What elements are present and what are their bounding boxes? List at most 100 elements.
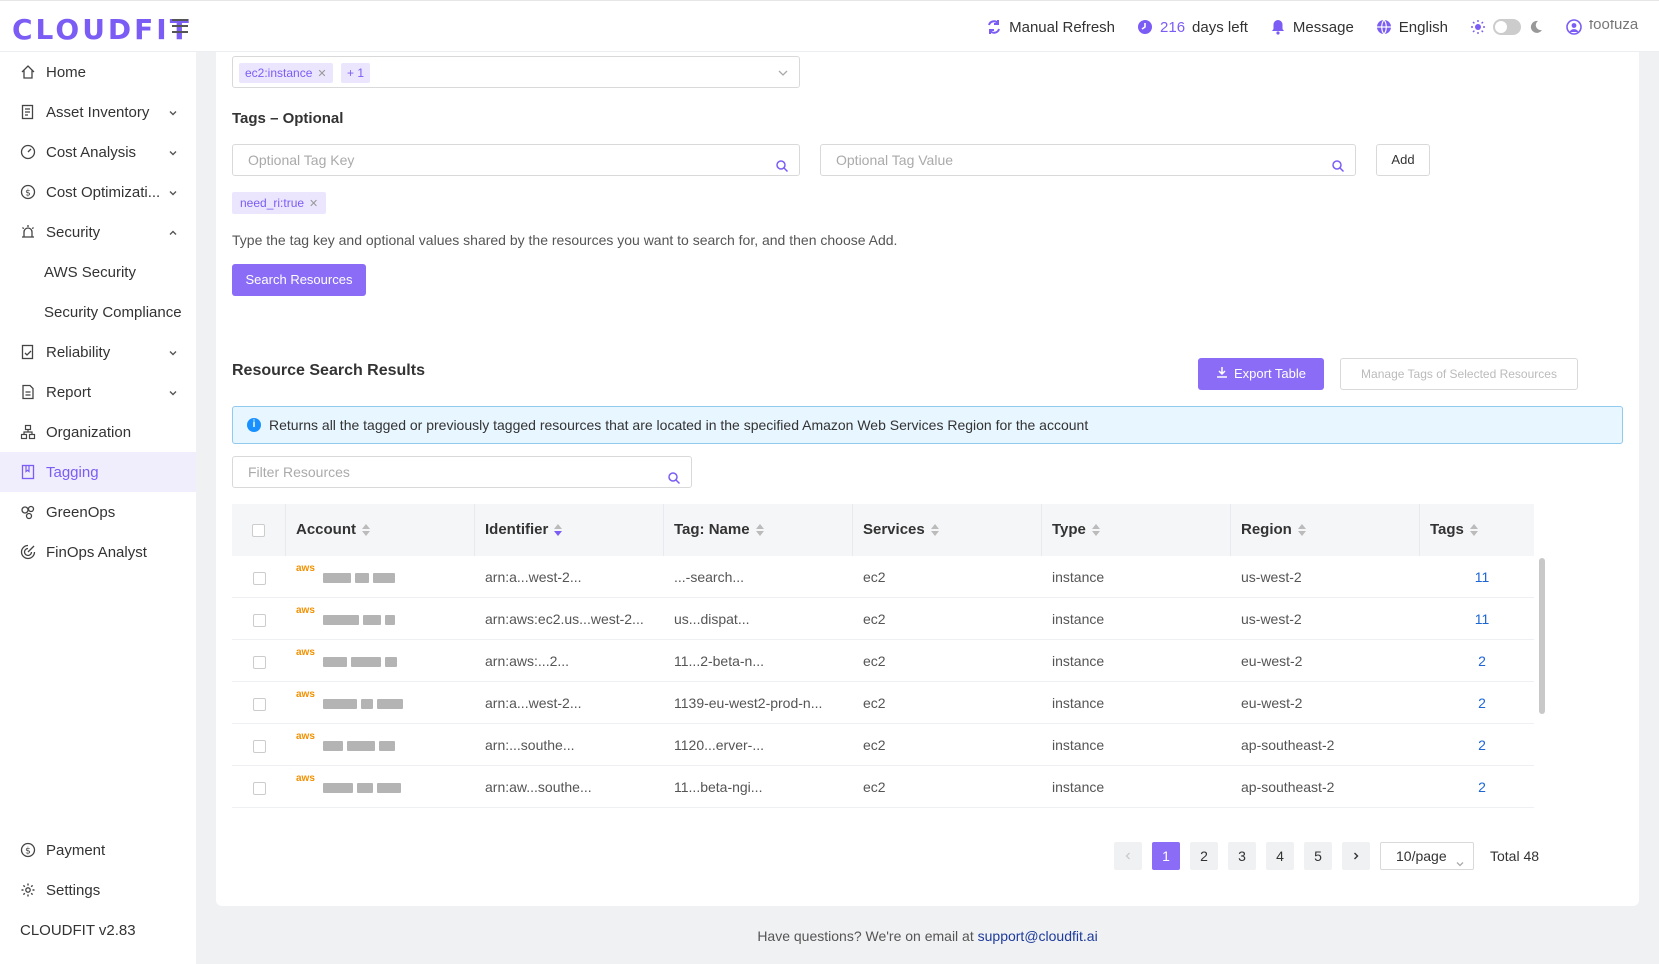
redacted-account — [322, 783, 353, 794]
table-row[interactable]: aws arn:...southe... 1120...erver-... ec2 i… — [232, 724, 1534, 766]
tag-value-input[interactable]: Optional Tag Value — [820, 144, 1356, 176]
export-table-button[interactable]: Export Table — [1198, 358, 1324, 390]
tag-name-cell: 11...beta-ngi... — [674, 779, 763, 795]
sidebar-item-greenops[interactable]: GreenOps — [0, 492, 196, 532]
sidebar-item-asset-inventory[interactable]: Asset Inventory — [0, 92, 196, 132]
page-3[interactable]: 3 — [1228, 842, 1256, 870]
table-row[interactable]: aws arn:a...west-2... 1139-eu-west2-prod-… — [232, 682, 1534, 724]
column-region[interactable]: Region — [1231, 504, 1420, 556]
sort-icon[interactable] — [930, 524, 939, 537]
sidebar-item-settings[interactable]: Settings — [0, 870, 196, 910]
row-checkbox[interactable] — [252, 655, 266, 669]
total-count: Total 48 — [1490, 848, 1540, 864]
column-account[interactable]: Account — [286, 504, 475, 556]
region-cell: us-west-2 — [1241, 569, 1302, 585]
sidebar-item-cost-optimization[interactable]: $ Cost Optimizati... — [0, 172, 196, 212]
info-icon: i — [247, 418, 261, 432]
search-resources-button[interactable]: Search Resources — [232, 264, 366, 296]
gauge-icon — [20, 144, 36, 160]
tag-name-cell: 11...2-beta-n... — [674, 653, 765, 669]
manual-refresh-button[interactable]: Manual Refresh — [986, 19, 1115, 36]
page-1[interactable]: 1 — [1152, 842, 1180, 870]
chevron-down-icon — [168, 385, 178, 402]
tags-section-title: Tags – Optional — [232, 110, 344, 127]
tags-count-link[interactable]: 2 — [1420, 640, 1534, 682]
sort-icon[interactable] — [1297, 524, 1306, 537]
row-checkbox[interactable] — [252, 571, 266, 585]
page-size-select[interactable]: 10/page — [1380, 842, 1474, 870]
theme-toggle[interactable] — [1493, 19, 1521, 35]
column-type[interactable]: Type — [1042, 504, 1231, 556]
sidebar-item-report[interactable]: Report — [0, 372, 196, 412]
subscription-status: 216 days left — [1137, 19, 1248, 36]
row-select-cell — [232, 766, 286, 808]
chevron-down-icon — [168, 185, 178, 202]
sidebar-item-organization[interactable]: Organization — [0, 412, 196, 452]
sidebar-item-aws-security[interactable]: AWS Security — [0, 252, 196, 292]
message-button[interactable]: Message — [1270, 19, 1354, 36]
sort-icon[interactable] — [1091, 524, 1100, 537]
sort-icon[interactable] — [755, 524, 764, 537]
identifier-cell: arn:aw...southe... — [485, 779, 592, 795]
sort-icon[interactable] — [1469, 524, 1478, 537]
row-checkbox[interactable] — [252, 739, 266, 753]
table-row[interactable]: aws arn:aws:...2... 11...2-beta-n... ec2 in… — [232, 640, 1534, 682]
row-checkbox[interactable] — [252, 781, 266, 795]
pagination: 1 2 3 4 5 10/page Total 48 — [1114, 842, 1539, 870]
scrollbar-thumb[interactable] — [1539, 558, 1545, 714]
days-left-count: 216 — [1160, 18, 1186, 36]
sort-icon[interactable] — [554, 524, 563, 537]
dollar-icon: $ — [20, 842, 36, 858]
tag-key-input[interactable]: Optional Tag Key — [232, 144, 800, 176]
sidebar-item-security-compliance[interactable]: Security Compliance — [0, 292, 196, 332]
app-logo[interactable]: CLOUDFIT — [12, 13, 192, 46]
page-4[interactable]: 4 — [1266, 842, 1294, 870]
support-email-link[interactable]: support@cloudfit.ai — [978, 928, 1098, 944]
language-selector[interactable]: English — [1376, 19, 1448, 36]
sidebar-item-security[interactable]: Security — [0, 212, 196, 252]
close-icon[interactable]: ✕ — [309, 198, 318, 210]
prev-page-button[interactable] — [1114, 842, 1142, 870]
page-5[interactable]: 5 — [1304, 842, 1332, 870]
add-tag-button[interactable]: Add — [1376, 144, 1430, 176]
filter-resources-input[interactable]: Filter Resources — [232, 456, 692, 488]
table-scrollbar[interactable] — [1534, 504, 1550, 814]
more-types-chip[interactable]: + 1 — [341, 63, 371, 83]
sidebar-item-cost-analysis[interactable]: Cost Analysis — [0, 132, 196, 172]
resource-type-select[interactable]: ec2:instance ✕ + 1 — [232, 56, 800, 88]
column-tag-name[interactable]: Tag: Name — [664, 504, 853, 556]
applied-tag-chip[interactable]: need_ri:true ✕ — [232, 192, 327, 214]
column-tags[interactable]: Tags — [1420, 504, 1534, 556]
menu-toggle-icon[interactable] — [172, 19, 188, 33]
next-page-button[interactable] — [1342, 842, 1370, 870]
sidebar-item-tagging[interactable]: Tagging — [0, 452, 196, 492]
tags-count-link[interactable]: 2 — [1420, 724, 1534, 766]
search-icon — [1331, 153, 1345, 183]
tags-count-link[interactable]: 2 — [1420, 682, 1534, 724]
dollar-icon: $ — [20, 184, 36, 200]
row-checkbox[interactable] — [252, 697, 266, 711]
close-icon[interactable]: ✕ — [317, 68, 326, 80]
page-2[interactable]: 2 — [1190, 842, 1218, 870]
theme-switch[interactable] — [1470, 19, 1544, 35]
row-checkbox[interactable] — [252, 613, 266, 627]
table-row[interactable]: aws arn:aws:ec2.us...west-2... us...dispa… — [232, 598, 1534, 640]
column-services[interactable]: Services — [853, 504, 1042, 556]
chevron-down-icon — [168, 145, 178, 162]
table-row[interactable]: aws arn:aw...southe... 11...beta-ngi... ec… — [232, 766, 1534, 808]
column-identifier[interactable]: Identifier — [475, 504, 664, 556]
resource-type-chip[interactable]: ec2:instance ✕ — [239, 63, 333, 83]
tags-count-link[interactable]: 2 — [1420, 766, 1534, 808]
tags-count-link[interactable]: 11 — [1420, 598, 1534, 640]
table-row[interactable]: aws arn:a...west-2... ...-search... ec2 ins… — [232, 556, 1534, 598]
sidebar-item-reliability[interactable]: Reliability — [0, 332, 196, 372]
sidebar-item-payment[interactable]: $ Payment — [0, 830, 196, 870]
sidebar-item-finops-analyst[interactable]: FinOps Analyst — [0, 532, 196, 572]
main-content: ec2:instance ✕ + 1 Tags – Optional Option… — [196, 46, 1659, 964]
tags-count-link[interactable]: 11 — [1420, 556, 1534, 598]
select-all-checkbox[interactable] — [252, 523, 265, 537]
sidebar-item-home[interactable]: Home — [0, 52, 196, 92]
user-menu[interactable]: foofuzan — [1566, 19, 1639, 35]
manage-tags-button[interactable]: Manage Tags of Selected Resources — [1340, 358, 1578, 390]
sort-icon[interactable] — [362, 524, 370, 537]
